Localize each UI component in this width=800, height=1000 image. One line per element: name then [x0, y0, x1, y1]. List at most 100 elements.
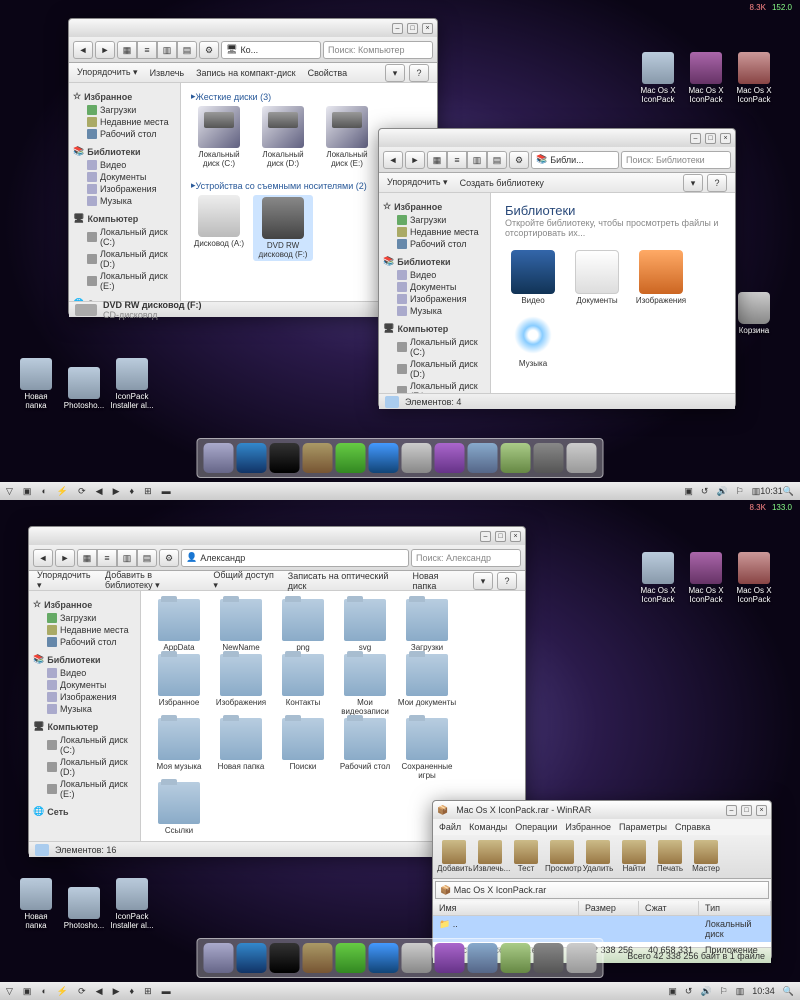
organize-menu[interactable]: Упорядочить ▾	[387, 177, 448, 188]
address-bar[interactable]: 📚Библи...	[531, 151, 619, 169]
help-button[interactable]: ?	[497, 572, 517, 590]
back-button[interactable]: ◄	[383, 151, 403, 169]
forward-button[interactable]: ►	[405, 151, 425, 169]
favorites-header[interactable]: ☆ Избранное	[73, 89, 176, 104]
desktop-icon-photoshop[interactable]: Photosho...	[62, 887, 106, 930]
dock-item[interactable]	[303, 443, 333, 473]
taskbar[interactable]: ▽▣◐⚡⟳◀▶♦⊞▬ ▣↺🔊⚐▥10:31🔍	[0, 482, 800, 500]
burn-menu[interactable]: Записать на оптический диск	[288, 571, 401, 591]
tray-icon[interactable]: ↺	[701, 486, 709, 497]
taskbar-icon[interactable]: ▬	[162, 486, 171, 496]
new-folder-menu[interactable]: Новая папка	[412, 571, 461, 591]
winrar-tool-button[interactable]: Удалить	[581, 840, 615, 873]
winrar-menu-item[interactable]: Справка	[675, 822, 710, 832]
tray-icon[interactable]: 🔊	[716, 486, 727, 497]
view-options-button[interactable]: ▾	[683, 174, 703, 192]
action-button[interactable]: ⚙	[199, 41, 219, 59]
sidebar-images[interactable]: Изображения	[33, 691, 136, 703]
sidebar-desktop[interactable]: Рабочий стол	[73, 128, 176, 140]
titlebar[interactable]: –□×	[69, 19, 437, 37]
folder-item[interactable]: NewName	[211, 599, 271, 652]
folder-item[interactable]: Новая папка	[211, 718, 271, 780]
dock-item[interactable]	[402, 943, 432, 973]
dock-item[interactable]	[402, 443, 432, 473]
view-button[interactable]: ▤	[487, 151, 507, 169]
create-library-menu[interactable]: Создать библиотеку	[460, 178, 544, 188]
tray-icon[interactable]: 🔊	[700, 986, 711, 997]
dock-item[interactable]	[534, 443, 564, 473]
desktop-icon-newfolder[interactable]: Новая папка	[14, 878, 58, 930]
sidebar-disk-d[interactable]: Локальный диск (D:)	[73, 248, 176, 270]
folder-item[interactable]: Сохраненные игры	[397, 718, 457, 780]
drive-a[interactable]: Дисковод (A:)	[189, 195, 249, 261]
dock-trash[interactable]	[567, 443, 597, 473]
view-button[interactable]: ▦	[77, 549, 97, 567]
dock-item[interactable]	[204, 443, 234, 473]
titlebar[interactable]: 📦Mac Os X IconPack.rar - WinRAR–□×	[433, 801, 771, 819]
folder-item[interactable]: Моя музыка	[149, 718, 209, 780]
sidebar-disk-c[interactable]: Локальный диск (C:)	[73, 226, 176, 248]
maximize-button[interactable]: □	[495, 531, 506, 542]
dock-item[interactable]	[336, 943, 366, 973]
taskbar-icon[interactable]: ▣	[23, 486, 32, 497]
maximize-button[interactable]: □	[741, 805, 752, 816]
library-images[interactable]: Изображения	[633, 250, 689, 305]
folder-item[interactable]: Поиски	[273, 718, 333, 780]
winrar-tool-button[interactable]: Тест	[509, 840, 543, 873]
sidebar-disk-c[interactable]: Локальный диск (C:)	[33, 734, 136, 756]
sidebar-desktop[interactable]: Рабочий стол	[383, 238, 486, 250]
winrar-window[interactable]: 📦Mac Os X IconPack.rar - WinRAR–□× ФайлК…	[432, 800, 772, 960]
sidebar-recent[interactable]: Недавние места	[33, 624, 136, 636]
winrar-tool-button[interactable]: Извлечь...	[473, 840, 507, 873]
close-button[interactable]: ×	[422, 23, 433, 34]
taskbar-icon[interactable]: ◀	[96, 986, 103, 997]
winrar-tool-button[interactable]: Печать	[653, 840, 687, 873]
dock-item[interactable]	[369, 943, 399, 973]
minimize-button[interactable]: –	[392, 23, 403, 34]
library-docs[interactable]: Документы	[569, 250, 625, 305]
desktop-icon-installer[interactable]: IconPack Installer al...	[110, 358, 154, 410]
taskbar-icon[interactable]: ♦	[129, 986, 134, 996]
dock[interactable]	[197, 938, 604, 978]
dock-item[interactable]	[270, 443, 300, 473]
folder-item[interactable]: Контакты	[273, 654, 333, 716]
winrar-address[interactable]: 📦 Mac Os X IconPack.rar	[435, 881, 769, 899]
view-button[interactable]: ▥	[467, 151, 487, 169]
desktop-icon-newfolder[interactable]: Новая папка	[14, 358, 58, 410]
desktop-icon-iconpack[interactable]: Mac Os X IconPack	[684, 552, 728, 604]
view-options-button[interactable]: ▾	[473, 572, 493, 590]
start-icon[interactable]: ▽	[6, 486, 13, 497]
drive-c[interactable]: Локальный диск (C:)	[189, 106, 249, 168]
taskbar[interactable]: ▽▣◐⚡⟳◀▶♦⊞▬ ▣↺🔊⚐▥10:34🔍	[0, 982, 800, 1000]
view-button[interactable]: ▦	[427, 151, 447, 169]
folder-item[interactable]: Загрузки	[397, 599, 457, 652]
share-menu[interactable]: Общий доступ ▾	[213, 570, 275, 591]
view-button[interactable]: ≡	[447, 151, 467, 169]
action-button[interactable]: ⚙	[159, 549, 179, 567]
sidebar-music[interactable]: Музыка	[73, 195, 176, 207]
sidebar-docs[interactable]: Документы	[383, 281, 486, 293]
sidebar-images[interactable]: Изображения	[383, 293, 486, 305]
dock-item[interactable]	[204, 943, 234, 973]
winrar-menu-item[interactable]: Избранное	[565, 822, 611, 832]
desktop-icon-photoshop[interactable]: Photosho...	[62, 367, 106, 410]
library-music[interactable]: Музыка	[505, 313, 561, 368]
folder-item[interactable]: Ссылки	[149, 782, 209, 835]
tray-icon[interactable]: ▥10:31🔍	[752, 486, 794, 497]
address-bar[interactable]: 👤Александр	[181, 549, 409, 567]
close-button[interactable]: ×	[510, 531, 521, 542]
view-coverflow-button[interactable]: ▤	[177, 41, 197, 59]
hdd-section-header[interactable]: ▸ Жесткие диски (3)	[187, 89, 431, 104]
taskbar-icon[interactable]: ▶	[113, 986, 120, 997]
taskbar-icon[interactable]: ◐	[41, 486, 46, 496]
folder-item[interactable]: png	[273, 599, 333, 652]
sidebar-disk-d[interactable]: Локальный диск (D:)	[33, 756, 136, 778]
dock[interactable]	[197, 438, 604, 478]
start-icon[interactable]: ▽	[6, 986, 13, 997]
taskbar-icon[interactable]: ◀	[96, 486, 103, 497]
clock[interactable]: 10:31	[760, 486, 783, 496]
folder-item[interactable]: Рабочий стол	[335, 718, 395, 780]
desktop-icon-installer[interactable]: IconPack Installer al...	[110, 878, 154, 930]
desktop-icon-iconpack[interactable]: Mac Os X IconPack	[684, 52, 728, 104]
titlebar[interactable]: –□×	[29, 527, 525, 545]
